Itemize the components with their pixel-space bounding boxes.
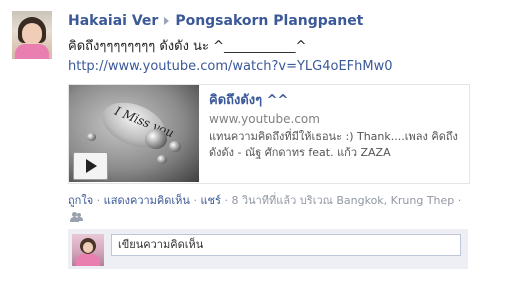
comment-link[interactable]: แสดงความคิดเห็น [104,194,190,207]
friends-icon[interactable] [70,212,83,222]
arrow-right-icon [164,16,170,25]
timestamp[interactable]: 8 วินาทีที่แล้ว [231,194,296,207]
separator: · [96,194,101,207]
separator: · [224,194,228,207]
separator: · [457,194,462,207]
comment-box: เขียนความคิดเห็น [68,229,468,269]
video-thumbnail[interactable]: I Miss you [69,85,199,182]
attachment-domain: www.youtube.com [209,112,320,126]
commenter-avatar [72,234,104,266]
author-avatar[interactable] [12,11,52,59]
link-attachment[interactable]: I Miss you คิดถึงดังๆ ^^ www.youtube.com… [68,84,470,184]
like-link[interactable]: ถูกใจ [68,194,93,207]
recipient-link[interactable]: Pongsakorn Plangpanet [175,13,363,29]
play-icon[interactable] [73,152,108,180]
separator: · [193,194,197,207]
post-header: Hakaiai Ver Pongsakorn Plangpanet [68,12,363,30]
post-link[interactable]: http://www.youtube.com/watch?v=YLG4oEFhM… [68,58,393,75]
author-link[interactable]: Hakaiai Ver [68,13,158,29]
post-message: คิดถึงๆๆๆๆๆๆๆๆ ดังดัง นะ ^___________^ [68,39,307,54]
attachment-description: แทนความคิดถึงที่มีให้เธอนะ :) Thank....เ… [209,130,458,159]
share-link[interactable]: แชร์ [200,194,220,207]
post-actions: ถูกใจ · แสดงความคิดเห็น · แชร์ · 8 วินาท… [68,193,468,225]
comment-input[interactable]: เขียนความคิดเห็น [111,234,461,256]
location[interactable]: บริเวณ Bangkok, Krung Thep [300,194,454,207]
attachment-title[interactable]: คิดถึงดังๆ ^^ [209,93,288,109]
